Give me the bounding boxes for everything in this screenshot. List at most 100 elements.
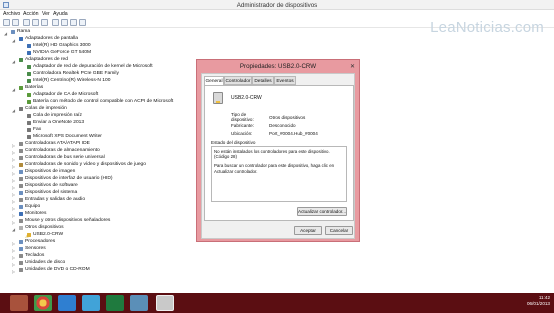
device-category-icon bbox=[27, 43, 31, 48]
device-category-icon bbox=[19, 162, 23, 167]
tree-item-label: Procesadores bbox=[25, 239, 56, 244]
expand-arrow-icon[interactable]: ▷ bbox=[12, 198, 15, 205]
expand-arrow-icon[interactable]: ▷ bbox=[12, 184, 15, 191]
device-category-icon bbox=[19, 190, 23, 195]
tree-item-label: Unidades de disco bbox=[25, 260, 66, 265]
cancel-button[interactable]: Cancelar bbox=[325, 226, 353, 235]
help-icon[interactable] bbox=[32, 19, 39, 26]
expand-arrow-icon[interactable]: ▷ bbox=[12, 219, 15, 226]
device-category-icon bbox=[19, 197, 23, 202]
menu-ayuda[interactable]: Ayuda bbox=[53, 11, 68, 17]
tree-item-label: Adaptador de CA de Microsoft bbox=[33, 92, 99, 97]
menu-archivo[interactable]: Archivo bbox=[3, 11, 20, 17]
device-category-icon bbox=[27, 99, 31, 104]
close-icon[interactable]: ✕ bbox=[350, 63, 355, 70]
show-hide-tree-icon[interactable] bbox=[41, 19, 48, 26]
file-explorer-icon[interactable] bbox=[10, 295, 28, 311]
menu-accion[interactable]: Acción bbox=[23, 11, 39, 17]
expand-arrow-icon[interactable]: ▷ bbox=[12, 205, 15, 212]
tree-item-label: Dispositivos de imagen bbox=[25, 169, 76, 174]
device-category-icon bbox=[27, 78, 31, 83]
device-category-icon bbox=[19, 155, 23, 160]
collapse-arrow-icon[interactable]: ◢ bbox=[12, 86, 15, 93]
device-category-icon bbox=[19, 225, 23, 230]
expand-arrow-icon[interactable]: ▷ bbox=[12, 268, 15, 275]
expand-arrow-icon[interactable]: ▷ bbox=[12, 254, 15, 261]
update-driver-button[interactable]: Actualizar controlador... bbox=[297, 207, 347, 216]
tree-item-label: Mouse y otros dispositivos señaladores bbox=[25, 218, 111, 223]
device-category-icon bbox=[19, 183, 23, 188]
expand-arrow-icon[interactable]: ▷ bbox=[12, 149, 15, 156]
twitter-icon[interactable] bbox=[82, 295, 100, 311]
app-icon[interactable] bbox=[130, 295, 148, 311]
ok-button[interactable]: Aceptar bbox=[294, 226, 322, 235]
menu-ver[interactable]: Ver bbox=[42, 11, 50, 17]
tree-item-label: Controladoras ATA/ATAPI IDE bbox=[25, 141, 90, 146]
collapse-arrow-icon[interactable]: ◢ bbox=[12, 58, 15, 65]
properties-dialog: Propiedades: USB2.0-CRW ✕ General Contro… bbox=[196, 59, 360, 242]
collapse-arrow-icon[interactable]: ◢ bbox=[12, 37, 15, 44]
device-category-icon bbox=[19, 211, 23, 216]
expand-arrow-icon[interactable]: ▷ bbox=[12, 261, 15, 268]
system-tray-clock[interactable]: 11:42 06/01/2013 bbox=[527, 295, 550, 307]
disable-device-icon[interactable] bbox=[79, 19, 86, 26]
tree-item-label: Adaptadores de pantalla bbox=[25, 36, 79, 41]
expand-arrow-icon[interactable]: ▷ bbox=[12, 170, 15, 177]
tree-item-label: USB2.0-CRW bbox=[33, 232, 64, 237]
tree-item-label: Controladoras de sonido y vídeo y dispos… bbox=[25, 162, 146, 167]
desktop-screen: Administrador de dispositivos Archivo Ac… bbox=[0, 0, 554, 313]
back-icon[interactable] bbox=[3, 19, 10, 26]
monitor-icon[interactable] bbox=[52, 19, 59, 26]
status-textbox[interactable]: No están instalados los controladores pa… bbox=[211, 146, 347, 202]
device-category-icon bbox=[27, 64, 31, 69]
tree-item-label: Batería con método de control compatible… bbox=[33, 99, 174, 104]
expand-arrow-icon[interactable]: ▷ bbox=[12, 212, 15, 219]
tree-item-label: Otros dispositivos bbox=[25, 225, 64, 230]
scan-hardware-icon[interactable] bbox=[70, 19, 77, 26]
tree-item-label: Intel(R) Centrino(R) Wireless-N 100 bbox=[33, 78, 111, 83]
device-category-icon bbox=[19, 141, 23, 146]
device-category-icon bbox=[19, 106, 23, 111]
tree-item-label: Enviar a OneNote 2013 bbox=[33, 120, 85, 125]
tree-item-label: Controladoras de almacenamiento bbox=[25, 148, 100, 153]
device-category-icon bbox=[19, 148, 23, 153]
tab-detalles[interactable]: Detalles bbox=[252, 76, 274, 85]
tree-item-label: Fax bbox=[33, 127, 42, 132]
update-driver-icon[interactable] bbox=[61, 19, 68, 26]
excel-icon[interactable] bbox=[106, 295, 124, 311]
expand-arrow-icon[interactable]: ▷ bbox=[12, 156, 15, 163]
collapse-arrow-icon[interactable]: ◢ bbox=[12, 226, 15, 233]
device-manager-taskbar-icon[interactable] bbox=[156, 295, 174, 311]
device-category-icon bbox=[19, 204, 23, 209]
tree-item-label: Cola de impresión raíz bbox=[33, 113, 82, 118]
forward-icon[interactable] bbox=[12, 19, 19, 26]
collapse-arrow-icon[interactable]: ◢ bbox=[4, 30, 7, 37]
taskbar: 11:42 06/01/2013 bbox=[0, 293, 554, 313]
dialog-tabs: General Controlador Detalles Eventos bbox=[204, 76, 354, 86]
expand-arrow-icon[interactable]: ▷ bbox=[12, 177, 15, 184]
device-category-icon bbox=[27, 127, 31, 132]
tab-controlador[interactable]: Controlador bbox=[224, 76, 252, 85]
device-category-icon bbox=[19, 239, 23, 244]
tab-eventos[interactable]: Eventos bbox=[274, 76, 296, 85]
tree-item-label: Teclados bbox=[25, 253, 45, 258]
expand-arrow-icon[interactable]: ▷ bbox=[12, 191, 15, 198]
prop-maker-key: Fabricante: bbox=[231, 123, 254, 128]
tree-item-label: Sensores bbox=[25, 246, 46, 251]
device-name: USB2.0-CRW bbox=[231, 95, 262, 101]
tree-item-label: Unidades de DVD o CD-ROM bbox=[25, 267, 90, 272]
tree-item-label: Baterías bbox=[25, 85, 44, 90]
chrome-icon[interactable] bbox=[34, 295, 52, 311]
device-category-icon bbox=[19, 36, 23, 41]
tree-item-label: Entradas y salidas de audio bbox=[25, 197, 86, 202]
expand-arrow-icon[interactable]: ▷ bbox=[12, 247, 15, 254]
collapse-arrow-icon[interactable]: ◢ bbox=[12, 107, 15, 114]
clock-date: 06/01/2013 bbox=[527, 301, 550, 306]
expand-arrow-icon[interactable]: ▷ bbox=[12, 240, 15, 247]
expand-arrow-icon[interactable]: ▷ bbox=[12, 142, 15, 149]
prop-location-value: Port_#0004.Hub_#0004 bbox=[269, 131, 318, 136]
tree-item-label: Colas de impresión bbox=[25, 106, 67, 111]
properties-icon[interactable] bbox=[23, 19, 30, 26]
expand-arrow-icon[interactable]: ▷ bbox=[12, 163, 15, 170]
internet-explorer-icon[interactable] bbox=[58, 295, 76, 311]
